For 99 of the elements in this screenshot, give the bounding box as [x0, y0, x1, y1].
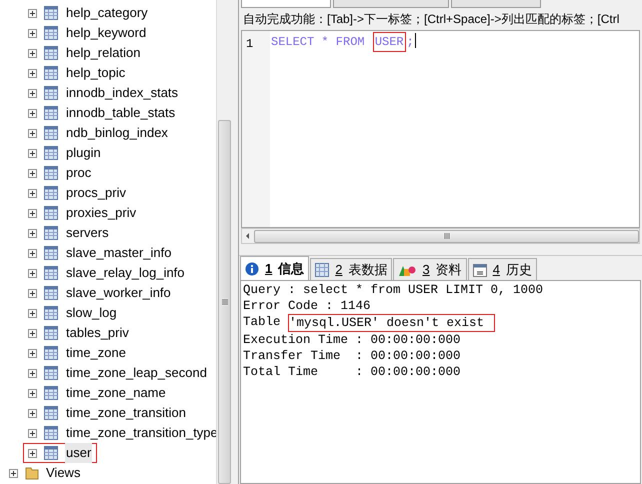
table-name[interactable]: tables_priv [65, 323, 130, 343]
table-icon [44, 306, 58, 320]
table-name[interactable]: servers [65, 223, 110, 243]
expand-icon[interactable] [28, 288, 37, 298]
autocomplete-hint: 自动完成功能：[Tab]->下一标签；[Ctrl+Space]->列出匹配的标签；[Ctrl [242, 11, 620, 28]
expand-icon[interactable] [28, 428, 37, 438]
table-icon [44, 406, 58, 420]
table-name[interactable]: time_zone_leap_second [65, 363, 208, 383]
output-line: Execution Time : 00:00:00:000 [243, 332, 461, 348]
table-name[interactable]: proc [65, 163, 92, 183]
table-icon [44, 326, 58, 340]
table-icon [44, 66, 58, 80]
table-icon [44, 26, 58, 40]
table-name[interactable]: innodb_index_stats [65, 83, 180, 103]
table-icon [315, 262, 330, 276]
table-icon [44, 226, 58, 240]
table-name[interactable]: help_category [65, 3, 149, 23]
expand-icon[interactable] [28, 408, 37, 418]
result-tab[interactable]: 2 表数据 [310, 258, 392, 280]
error-message: 'mysql.USER' doesn't exist [288, 314, 496, 332]
expand-icon[interactable] [28, 48, 37, 58]
expand-icon[interactable] [28, 448, 37, 458]
table-icon [44, 366, 58, 380]
table-name[interactable]: innodb_table_stats [65, 103, 176, 123]
expand-icon[interactable] [28, 208, 37, 218]
table-icon [44, 126, 58, 140]
table-name[interactable]: proxies_priv [65, 203, 138, 223]
expand-icon[interactable] [28, 88, 37, 98]
table-name[interactable]: help_relation [65, 43, 142, 63]
table-name[interactable]: plugin [65, 143, 102, 163]
expand-icon[interactable] [28, 168, 37, 178]
table-icon [44, 206, 58, 220]
table-icon [44, 446, 58, 460]
sql-code: SELECT * FROM [270, 34, 366, 51]
grip-icon [222, 299, 228, 305]
output-line: Query : select * from USER LIMIT 0, 1000 [243, 282, 544, 298]
info-icon [245, 262, 259, 276]
table-icon [44, 346, 58, 360]
expand-icon[interactable] [28, 148, 37, 158]
table-name[interactable]: procs_priv [65, 183, 127, 203]
table-name[interactable]: help_topic [65, 63, 126, 83]
table-icon [44, 166, 58, 180]
result-tab[interactable]: 4 历史 [468, 258, 537, 280]
expand-icon[interactable] [9, 468, 18, 478]
calendar-icon [472, 262, 487, 276]
table-icon [44, 106, 58, 120]
grip-icon [444, 233, 450, 239]
expand-icon[interactable] [28, 128, 37, 138]
result-tab[interactable]: 1 信息 [240, 256, 310, 280]
expand-icon[interactable] [28, 108, 37, 118]
query-tab[interactable] [241, 0, 331, 8]
table-name[interactable]: time_zone_transition_type [65, 423, 219, 443]
vertical-scrollbar[interactable] [216, 0, 232, 484]
expand-icon[interactable] [28, 8, 37, 18]
table-icon [44, 386, 58, 400]
result-tab[interactable]: 3 资料 [393, 258, 467, 280]
table-icon [44, 246, 58, 260]
table-icon [44, 286, 58, 300]
line-number: 1 [246, 37, 254, 51]
scrollbar-thumb[interactable] [254, 230, 639, 242]
table-icon [44, 6, 58, 20]
table-name[interactable]: time_zone [65, 343, 127, 363]
expand-icon[interactable] [28, 328, 37, 338]
table-icon [44, 186, 58, 200]
expand-icon[interactable] [28, 188, 37, 198]
expand-icon[interactable] [28, 388, 37, 398]
expand-icon[interactable] [28, 348, 37, 358]
expand-icon[interactable] [28, 28, 37, 38]
table-name[interactable]: user [65, 443, 92, 463]
table-name[interactable]: slow_log [65, 303, 118, 323]
table-icon [44, 86, 58, 100]
table-name[interactable]: slave_worker_info [65, 283, 172, 303]
expand-icon[interactable] [28, 308, 37, 318]
table-icon [44, 266, 58, 280]
table-name[interactable]: ndb_binlog_index [65, 123, 169, 143]
table-icon [44, 46, 58, 60]
text-cursor [414, 33, 416, 48]
sql-code: USER [372, 32, 406, 52]
table-name[interactable]: time_zone_name [65, 383, 167, 403]
table-name[interactable]: help_keyword [65, 23, 148, 43]
folder-icon [25, 466, 39, 480]
horizontal-scrollbar[interactable] [241, 228, 640, 244]
table-name[interactable]: slave_relay_log_info [65, 263, 186, 283]
table-icon [44, 146, 58, 160]
expand-icon[interactable] [28, 68, 37, 78]
output-line: Total Time : 00:00:00:000 [243, 364, 461, 380]
output-line: Error Code : 1146 [243, 298, 371, 314]
table-name[interactable]: slave_master_info [65, 243, 172, 263]
expand-icon[interactable] [28, 268, 37, 278]
expand-icon[interactable] [28, 368, 37, 378]
table-icon [44, 426, 58, 440]
expand-icon[interactable] [28, 228, 37, 238]
folder-name[interactable]: Views [46, 463, 80, 483]
output-line: Table [243, 314, 282, 331]
table-name[interactable]: time_zone_transition [65, 403, 187, 423]
output-line: Transfer Time : 00:00:00:000 [243, 348, 461, 364]
expand-icon[interactable] [28, 248, 37, 258]
scrollbar-thumb[interactable] [218, 120, 231, 484]
sql-code: ; [406, 34, 415, 51]
